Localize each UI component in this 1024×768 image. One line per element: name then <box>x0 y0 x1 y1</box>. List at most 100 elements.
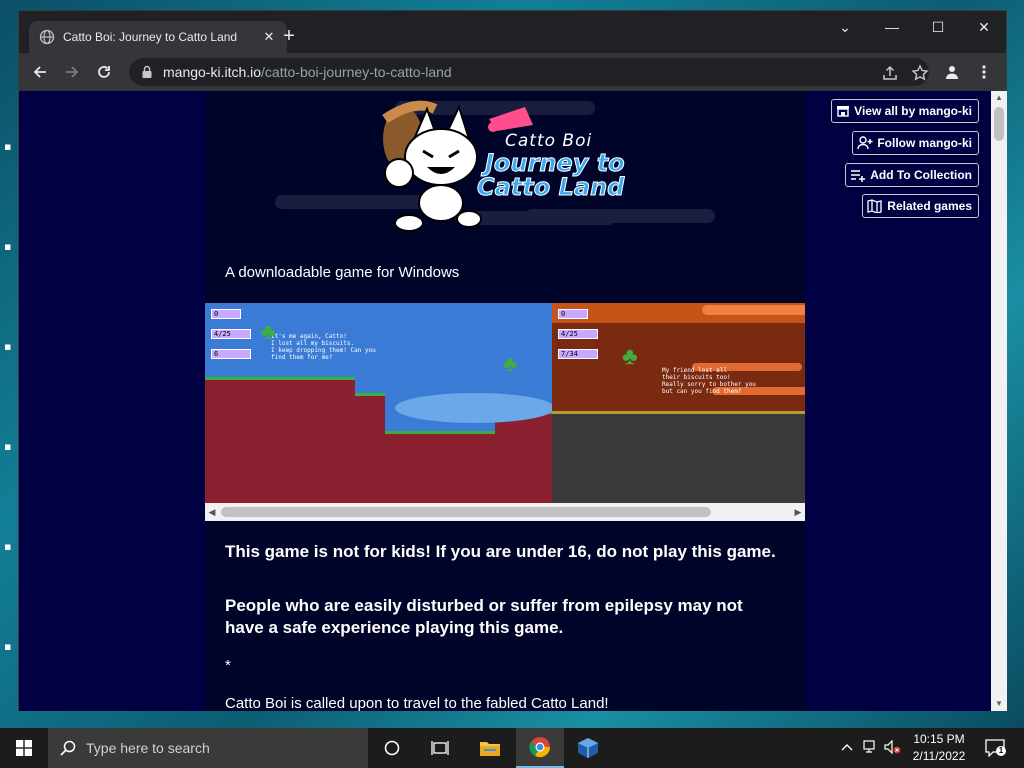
add-to-collection-button[interactable]: Add To Collection <box>845 163 979 187</box>
virtualbox-icon <box>578 738 598 758</box>
clock-date: 2/11/2022 <box>912 749 966 763</box>
url-host: mango-ki.itch.io <box>163 64 262 80</box>
close-window-button[interactable]: ✕ <box>961 11 1007 43</box>
desktop-icon[interactable]: ▪ <box>4 340 18 354</box>
lock-icon <box>142 65 152 78</box>
add-user-icon <box>857 136 873 150</box>
scroll-left-arrow-icon[interactable]: ◀ <box>205 503 219 521</box>
asterisk-separator: * <box>225 657 231 674</box>
browser-window: Catto Boi: Journey to Catto Land ✕ + ⌄ —… <box>18 10 1007 711</box>
storefront-icon <box>837 106 850 117</box>
virtualbox-taskbar-button[interactable] <box>564 728 612 768</box>
palm-tree-icon: ♣ <box>622 343 638 370</box>
volume-muted-icon[interactable] <box>884 738 902 756</box>
carousel-scroll-thumb[interactable] <box>221 507 711 517</box>
npc-dialog: It's me again, Catto! I lost all my bisc… <box>271 333 376 361</box>
hud-counter: 6 <box>211 349 251 359</box>
warning-epilepsy: People who are easily disturbed or suffe… <box>225 596 743 637</box>
reload-button[interactable] <box>91 59 117 85</box>
view-all-button[interactable]: View all by mango-ki <box>831 99 979 123</box>
tab-title: Catto Boi: Journey to Catto Land <box>63 30 238 44</box>
view-all-label: View all by mango-ki <box>854 104 972 118</box>
page-scrollbar[interactable]: ▲ ▼ <box>991 91 1007 711</box>
url-path: /catto-boi-journey-to-catto-land <box>261 64 452 80</box>
cortana-circle-icon <box>384 740 400 756</box>
task-view-button[interactable] <box>416 728 464 768</box>
bookmark-star-icon[interactable] <box>911 64 929 82</box>
hud-counter: 4/25 <box>211 329 251 339</box>
screenshot-carousel[interactable]: 0 4/25 6 It's me again, Catto! I lost al… <box>205 303 805 521</box>
logo-line-3: Catto Land <box>477 173 625 202</box>
windows-logo-icon <box>16 740 32 756</box>
folder-icon <box>480 742 500 756</box>
game-page-column: Catto Boi Journey to Catto Land A downlo… <box>205 91 805 711</box>
game-intro: Catto Boi is called upon to travel to th… <box>225 695 609 711</box>
reload-icon <box>98 66 110 78</box>
hud-counter: 4/25 <box>558 329 598 339</box>
related-games-label: Related games <box>887 199 972 213</box>
action-center-button[interactable]: 1 <box>984 738 1006 758</box>
search-icon <box>60 740 76 756</box>
back-button[interactable] <box>27 59 53 85</box>
npc-dialog: My friend lost all their biscuits too! R… <box>662 367 756 395</box>
taskbar-search-box[interactable]: Type here to search <box>48 728 368 768</box>
map-icon <box>867 199 882 213</box>
follow-button[interactable]: Follow mango-ki <box>852 131 979 155</box>
screenshot-2[interactable]: 0 4/25 7/34 My friend lost all their bis… <box>552 303 805 503</box>
hud-counter: 0 <box>558 309 588 319</box>
file-explorer-button[interactable] <box>466 728 514 768</box>
tab-search-chevron-icon[interactable]: ⌄ <box>822 11 868 43</box>
page-scroll-thumb[interactable] <box>994 107 1004 141</box>
windows-taskbar: Type here to search 10:15 PM 2/11/2022 1 <box>0 728 1024 768</box>
related-games-button[interactable]: Related games <box>862 194 979 218</box>
hud-counter: 0 <box>211 309 241 319</box>
address-bar[interactable]: mango-ki.itch.io/catto-boi-journey-to-ca… <box>129 58 929 86</box>
network-icon[interactable] <box>862 738 880 756</box>
scroll-right-arrow-icon[interactable]: ▶ <box>791 503 805 521</box>
desktop-icon[interactable]: ▪ <box>4 440 18 454</box>
scroll-down-arrow-icon[interactable]: ▼ <box>991 697 1007 711</box>
game-tagline: A downloadable game for Windows <box>225 264 460 281</box>
browser-tab[interactable]: Catto Boi: Journey to Catto Land ✕ <box>29 21 287 53</box>
minimize-button[interactable]: — <box>869 11 915 43</box>
kebab-menu-icon <box>982 65 986 79</box>
clock-time: 10:15 PM <box>913 732 965 746</box>
tab-bar: Catto Boi: Journey to Catto Land ✕ + ⌄ —… <box>19 11 1006 53</box>
forward-button[interactable] <box>59 59 85 85</box>
palm-tree-icon: ♣ <box>503 351 518 376</box>
follow-label: Follow mango-ki <box>877 136 972 150</box>
desktop-icon[interactable]: ▪ <box>4 640 18 654</box>
tab-close-icon[interactable]: ✕ <box>261 29 277 45</box>
back-arrow-icon <box>33 66 46 78</box>
system-clock[interactable]: 10:15 PM 2/11/2022 <box>906 731 972 765</box>
screenshot-1[interactable]: 0 4/25 6 It's me again, Catto! I lost al… <box>205 303 552 503</box>
search-placeholder: Type here to search <box>86 740 210 756</box>
catto-boi-mascot <box>382 100 482 232</box>
task-view-icon <box>431 741 449 755</box>
show-hidden-icons-chevron-icon[interactable] <box>838 738 856 756</box>
palm-tree-icon: ♣ <box>261 319 276 344</box>
notification-count: 1 <box>996 746 1006 756</box>
profile-button[interactable] <box>939 59 965 85</box>
browser-toolbar: mango-ki.itch.io/catto-boi-journey-to-ca… <box>19 53 1006 91</box>
playlist-add-icon <box>851 170 866 182</box>
game-banner: Catto Boi Journey to Catto Land <box>205 91 805 251</box>
page-viewport: Catto Boi Journey to Catto Land A downlo… <box>19 91 991 711</box>
browser-menu-button[interactable] <box>971 59 997 85</box>
desktop-icon[interactable]: ▪ <box>4 140 18 154</box>
profile-icon <box>946 66 958 79</box>
forward-arrow-icon <box>66 66 79 78</box>
new-tab-button[interactable]: + <box>277 25 301 49</box>
maximize-button[interactable]: ☐ <box>915 11 961 43</box>
chrome-taskbar-button[interactable] <box>516 728 564 768</box>
logo-line-1: Catto Boi <box>505 131 593 151</box>
globe-icon <box>39 29 55 45</box>
cortana-button[interactable] <box>368 728 416 768</box>
carousel-scrollbar[interactable]: ◀ ▶ <box>205 503 805 521</box>
desktop-icon[interactable]: ▪ <box>4 540 18 554</box>
scroll-up-arrow-icon[interactable]: ▲ <box>991 91 1007 105</box>
start-button[interactable] <box>0 728 48 768</box>
share-icon[interactable] <box>881 64 899 82</box>
desktop-icon[interactable]: ▪ <box>4 240 18 254</box>
warning-kids: This game is not for kids! If you are un… <box>225 542 776 561</box>
